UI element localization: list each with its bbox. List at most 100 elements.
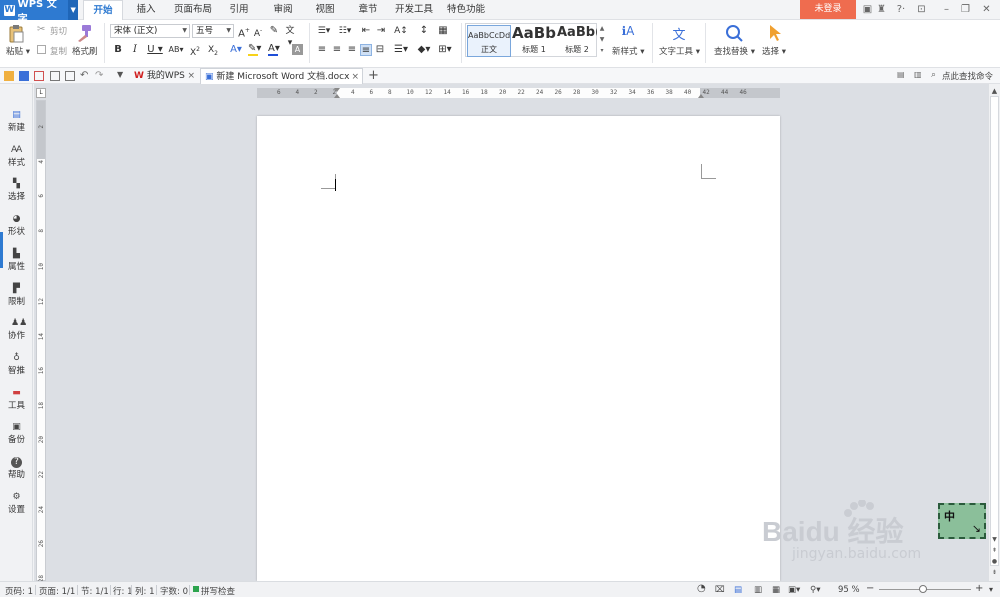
focus-mode-icon[interactable]: ⌧ [715, 585, 725, 595]
login-button[interactable]: 未登录 [800, 0, 856, 19]
tab-home[interactable]: 开始 [83, 0, 123, 20]
sidebar-item-collaborate[interactable]: ♟♟ 协作 [0, 318, 33, 352]
format-painter-button[interactable]: 格式刷 [72, 45, 98, 57]
highlight-icon[interactable]: ✎▾ [248, 44, 266, 56]
table-grid-icon[interactable]: ▦ [437, 25, 449, 37]
status-more-icon[interactable]: ▾ [989, 585, 993, 594]
distribute-icon[interactable]: ⊟ [374, 44, 386, 56]
tab-references[interactable]: 引用 [224, 0, 254, 20]
print-preview-icon[interactable] [65, 71, 75, 81]
select-button[interactable]: 选择 ▾ [762, 45, 786, 57]
sidebar-item-backup[interactable]: ▣ 备份 [0, 422, 33, 456]
zoom-value[interactable]: 95 % [838, 585, 860, 595]
read-mode-icon[interactable]: ▣▾ [788, 585, 800, 595]
zoom-in-icon[interactable]: + [975, 583, 983, 594]
vertical-ruler[interactable]: 2 4 6 8 10 12 14 16 18 20 22 24 26 28 [36, 100, 46, 582]
close-tab-icon[interactable]: × [187, 68, 195, 84]
tab-my-wps[interactable]: W 我的WPS × [130, 68, 198, 84]
zoom-slider-handle[interactable] [919, 585, 927, 593]
text-tools-button[interactable]: 文字工具 ▾ [659, 45, 700, 57]
phonetic-icon[interactable]: 文▾ [284, 25, 296, 48]
tab-insert[interactable]: 插入 [130, 0, 162, 20]
sidebar-item-style[interactable]: Ꜳ 样式 [0, 145, 33, 179]
tab-chapter[interactable]: 章节 [353, 0, 383, 20]
find-replace-icon[interactable] [725, 24, 743, 42]
tab-stop-selector[interactable]: L [36, 88, 46, 98]
ime-status-widget[interactable]: 中 ↘ [938, 503, 986, 539]
chevron-down-icon[interactable]: ▼ [68, 0, 78, 20]
style-heading-2[interactable]: AaBb( 标题 2 [557, 25, 597, 57]
export-pdf-icon[interactable] [34, 71, 44, 81]
paste-button[interactable]: 粘贴 ▾ [6, 45, 30, 57]
borders-icon[interactable]: ⊞▾ [436, 44, 454, 56]
new-tab-icon[interactable]: + [368, 68, 379, 83]
page-nav-buttons[interactable]: ▼ ⇞ ● ⇟ [990, 534, 999, 580]
select-cursor-icon[interactable] [768, 24, 782, 42]
bullet-list-icon[interactable]: ☰▾ [315, 25, 333, 37]
char-shading-icon[interactable]: A [292, 44, 303, 55]
superscript-icon[interactable]: X2 [189, 44, 201, 58]
line-spacing-icon[interactable]: ☰▾ [392, 44, 410, 56]
full-screen-icon[interactable]: ▥ [754, 585, 762, 595]
grow-font-icon[interactable]: A+ [238, 25, 250, 39]
align-left-icon[interactable]: ≡ [316, 44, 328, 56]
copy-icon[interactable] [37, 45, 46, 54]
bold-icon[interactable]: B [112, 44, 124, 56]
sidebar-item-shape[interactable]: ◕ 形状 [0, 214, 33, 248]
new-style-icon[interactable]: ℹA [617, 24, 639, 42]
format-painter-icon[interactable] [76, 24, 92, 42]
customize-quick-icon[interactable]: ▼ [117, 70, 123, 79]
help-icon[interactable]: ?· [893, 4, 909, 15]
subscript-icon[interactable]: X2 [207, 44, 219, 57]
file-info-icon[interactable]: ▤ [897, 70, 905, 79]
tab-developer[interactable]: 开发工具 [393, 0, 435, 20]
tab-review[interactable]: 审阅 [268, 0, 298, 20]
spell-check-button[interactable]: 拼写检查 [201, 585, 235, 597]
scissors-icon[interactable]: ✂ [37, 25, 47, 35]
tab-document[interactable]: ▣ 新建 Microsoft Word 文档.docx × [200, 68, 363, 84]
close-icon[interactable]: ✕ [981, 4, 992, 15]
undo-icon[interactable]: ↶ [80, 70, 88, 81]
align-right-icon[interactable]: ≡ [346, 44, 358, 56]
text-effect-icon[interactable]: A▾ [227, 44, 245, 56]
eye-protection-icon[interactable]: ⚲▾ [810, 585, 821, 595]
restore-icon[interactable]: ❐ [960, 4, 971, 15]
find-replace-button[interactable]: 查找替换 ▾ [714, 45, 755, 57]
history-icon[interactable]: ◔ [697, 583, 706, 594]
scrollbar-thumb[interactable] [990, 96, 999, 566]
app-menu-button[interactable]: W WPS 文字 ▼ [0, 0, 78, 25]
sidebar-item-restrict[interactable]: ▛ 限制 [0, 284, 33, 318]
sidebar-item-select[interactable]: ▚ 选择 [0, 179, 33, 213]
new-style-button[interactable]: 新样式 ▾ [612, 45, 644, 57]
open-icon[interactable] [4, 71, 14, 81]
sort-icon[interactable]: ↕ [418, 25, 430, 37]
tab-page-layout[interactable]: 页面布局 [170, 0, 216, 20]
sidebar-item-settings[interactable]: ⚙ 设置 [0, 492, 33, 526]
sidebar-item-toolbox[interactable]: ▬ 工具 [0, 388, 33, 422]
justify-icon[interactable]: ≡ [360, 44, 372, 56]
close-tab-icon[interactable]: × [351, 69, 359, 85]
shirt-icon[interactable]: ♜ [876, 4, 887, 15]
save-icon[interactable] [19, 71, 29, 81]
text-tools-icon[interactable]: 文 [670, 24, 688, 43]
font-size-combo[interactable]: 五号 ▼ [192, 24, 234, 38]
sidebar-item-smart-push[interactable]: ♁ 智推 [0, 353, 33, 387]
copy-button[interactable]: 复制 [50, 45, 67, 57]
share-icon[interactable]: ▥ [914, 70, 922, 79]
style-normal[interactable]: AaBbCcDd 正文 [467, 25, 511, 57]
style-heading-1[interactable]: AaBb 标题 1 [512, 25, 556, 57]
skin-icon[interactable]: ▣ [862, 4, 873, 15]
underline-icon[interactable]: U ▾ [145, 44, 165, 56]
command-search[interactable]: 点此查找命令 [942, 70, 993, 82]
align-center-icon[interactable]: ≡ [331, 44, 343, 56]
status-words[interactable]: 字数: 0 [160, 585, 188, 597]
web-layout-icon[interactable]: ▦ [772, 585, 780, 595]
sidebar-item-help[interactable]: ? 帮助 [0, 457, 33, 491]
text-direction-icon[interactable]: A↕ [392, 25, 410, 37]
redo-icon[interactable]: ↷ [95, 70, 103, 81]
tab-special[interactable]: 特色功能 [444, 0, 488, 20]
minimize-icon[interactable]: – [941, 4, 952, 15]
tab-view[interactable]: 视图 [310, 0, 340, 20]
decrease-indent-icon[interactable]: ⇤ [360, 25, 372, 37]
zoom-out-icon[interactable]: − [866, 583, 874, 594]
